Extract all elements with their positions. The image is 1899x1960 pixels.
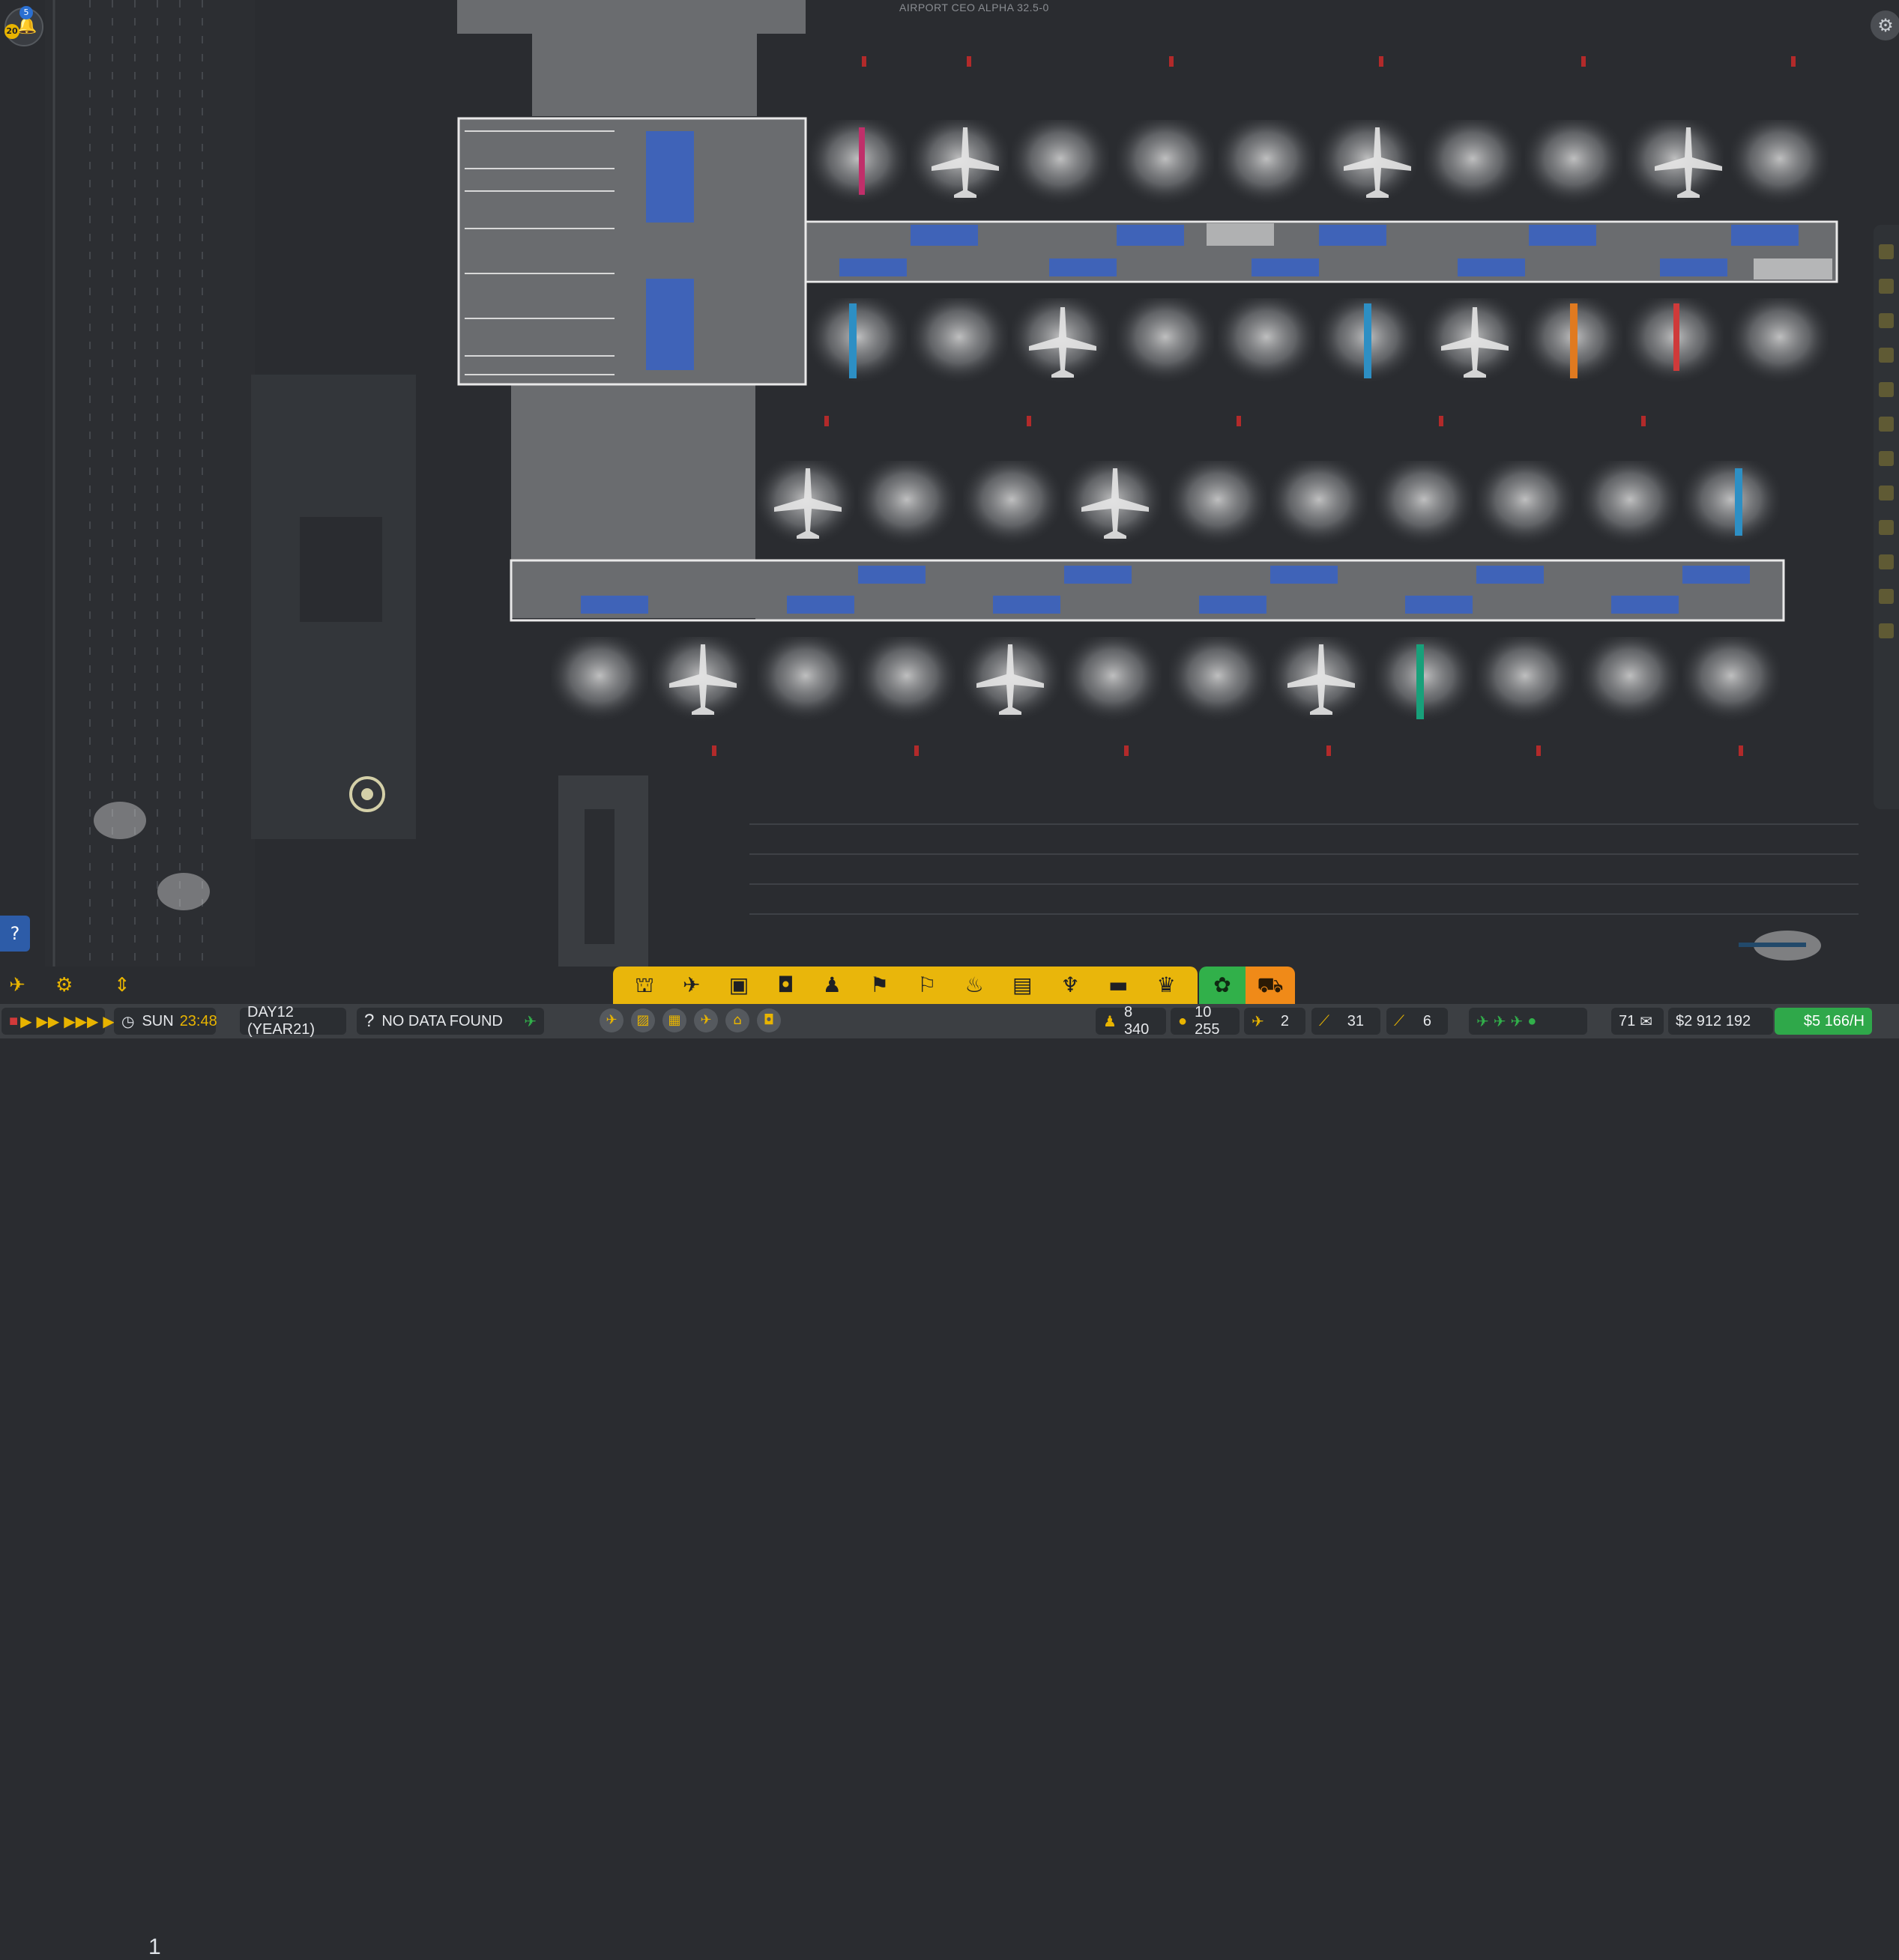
passenger-icon: ♟	[1103, 1013, 1117, 1030]
green-plane-icon: ✈	[1476, 1013, 1489, 1030]
seating-icon[interactable]: ▬	[1108, 967, 1128, 1004]
traffic-balance[interactable]: ✈ ✈ ✈ ●	[1469, 1008, 1587, 1035]
floor-level: 1	[148, 1935, 161, 1959]
arrivals-count: 2	[1280, 1012, 1289, 1029]
cog-icon[interactable]: ⚙	[55, 967, 73, 1004]
income-rate-stat[interactable]: $5 166/H	[1775, 1008, 1872, 1035]
grid-overlay-icon[interactable]: ▦	[662, 1008, 686, 1032]
notification-bell-button[interactable]: 🔔 5 20	[4, 6, 43, 46]
baggage-overlay-icon[interactable]: ◘	[757, 1008, 781, 1032]
notification-count-badge: 5	[19, 6, 33, 19]
left-toolbar: ✈ ⚙ ⇕ 1	[0, 967, 172, 1959]
structure-overlay-icon[interactable]: ⌂	[725, 1008, 749, 1032]
side-panel-item[interactable]	[1879, 417, 1894, 432]
money-value: $2 912 192	[1676, 1012, 1751, 1029]
fast-icon[interactable]: ▶▶	[36, 1012, 59, 1031]
settings-gear-button[interactable]: ⚙	[1871, 10, 1899, 40]
arrival-icon: ✈	[1252, 1013, 1264, 1030]
side-panel-item[interactable]	[1879, 313, 1894, 328]
staff-icon[interactable]: ♟	[823, 967, 842, 1004]
aircraft-overlay-icon[interactable]: ✈	[694, 1008, 718, 1032]
baggage-icon[interactable]: ◘	[777, 967, 794, 1004]
play-icon[interactable]: ▶	[20, 1012, 31, 1031]
weekday: SUN	[142, 1012, 174, 1029]
zone-overlay-icon[interactable]: ▨	[631, 1008, 655, 1032]
side-panel-item[interactable]	[1879, 520, 1894, 535]
side-panel-item[interactable]	[1879, 623, 1894, 638]
flights-icon[interactable]: ✈	[9, 967, 25, 1004]
staff-icon: ●	[1178, 1012, 1188, 1029]
bus-icon[interactable]: ▣	[729, 967, 749, 1004]
game-clock: ◷ SUN 23:48	[114, 1008, 217, 1035]
side-panel-item[interactable]	[1879, 348, 1894, 363]
passengers-stat[interactable]: ♟ 8 340	[1096, 1004, 1166, 1038]
arrivals-stat[interactable]: ✈ 2	[1244, 1008, 1305, 1035]
version-caption: AIRPORT CEO ALPHA 32.5-0	[899, 1, 1049, 13]
airport-map[interactable]	[0, 0, 1899, 1038]
time: 23:48	[179, 1012, 217, 1029]
help-button[interactable]: ?	[0, 916, 30, 952]
no-data-label: NO DATA FOUND	[381, 1012, 503, 1029]
departure-icon: ⟋	[1394, 1012, 1404, 1029]
day-label: DAY12 (YEAR21)	[247, 1004, 316, 1038]
check-in-icon[interactable]: ⚐	[917, 967, 936, 1004]
stands-stat[interactable]: ⟋ 31	[1311, 1008, 1380, 1035]
question-icon: ?	[364, 1011, 375, 1031]
side-panel-item[interactable]	[1879, 554, 1894, 569]
vehicle-icon[interactable]: ⛟	[1246, 967, 1295, 1004]
zone-icon[interactable]: ✿	[1199, 967, 1246, 1004]
aircraft-icon[interactable]: ✈	[683, 967, 700, 1004]
passengers-count: 8 340	[1123, 1004, 1150, 1038]
staff-stat[interactable]: ● 10 255	[1171, 1004, 1240, 1038]
stand-icon: ⟋	[1319, 1012, 1329, 1029]
floor-arrows-icon[interactable]: ⇕	[114, 967, 130, 1004]
alert-count-badge: 20	[4, 24, 19, 39]
security-icon[interactable]: ⚑	[870, 967, 889, 1004]
game-speed-controls[interactable]: ■ ▶ ▶▶ ▶▶▶ ▶|	[1, 1008, 118, 1035]
desk-icon[interactable]: ▤	[1012, 967, 1032, 1004]
food-icon[interactable]: ♆	[1061, 967, 1080, 1004]
map-overlay-buttons: ✈ ▨ ▦ ✈ ⌂ ◘	[600, 1008, 781, 1032]
clock-icon: ◷	[121, 1013, 135, 1030]
side-panel-item[interactable]	[1879, 451, 1894, 466]
side-panel-item[interactable]	[1879, 382, 1894, 397]
build-toolbar: ⛫ ✈ ▣ ◘ ♟ ⚑ ⚐ ♨ ▤ ♆ ▬ ♛	[613, 967, 1198, 1004]
money-stat[interactable]: $2 912 192	[1668, 1008, 1773, 1035]
departures-count: 6	[1422, 1012, 1431, 1029]
green-status-icon: ✈	[524, 1013, 537, 1030]
toilet-icon[interactable]: ♨	[965, 967, 984, 1004]
stands-count: 31	[1347, 1012, 1364, 1029]
mail-count: 71	[1619, 1012, 1636, 1029]
shop-icon[interactable]: ♛	[1157, 967, 1176, 1004]
mail-stat[interactable]: 71 ✉	[1611, 1008, 1664, 1035]
side-panel-item[interactable]	[1879, 244, 1894, 259]
staff-count: 10 255	[1195, 1004, 1220, 1038]
green-plane-icon: ✈	[1493, 1013, 1506, 1030]
side-panel-item[interactable]	[1879, 589, 1894, 604]
faster-icon[interactable]: ▶▶▶	[64, 1012, 98, 1031]
pause-icon[interactable]: ■	[9, 1013, 18, 1030]
terminal-icon[interactable]: ⛫	[635, 967, 654, 1004]
right-side-panel[interactable]	[1874, 225, 1899, 809]
side-panel-item[interactable]	[1879, 279, 1894, 294]
side-panel-item[interactable]	[1879, 486, 1894, 500]
green-plane-icon: ✈	[1510, 1013, 1524, 1030]
departures-stat[interactable]: ⟋ 6	[1386, 1008, 1448, 1035]
day-counter: DAY12 (YEAR21)	[240, 1004, 346, 1038]
income-rate-value: $5 166/H	[1803, 1012, 1865, 1029]
plane-filter-icon[interactable]: ✈	[600, 1008, 624, 1032]
objective-panel[interactable]: ? NO DATA FOUND ✈	[357, 1008, 544, 1035]
green-circle-icon: ●	[1527, 1012, 1537, 1029]
mail-icon: ✉	[1640, 1013, 1653, 1030]
